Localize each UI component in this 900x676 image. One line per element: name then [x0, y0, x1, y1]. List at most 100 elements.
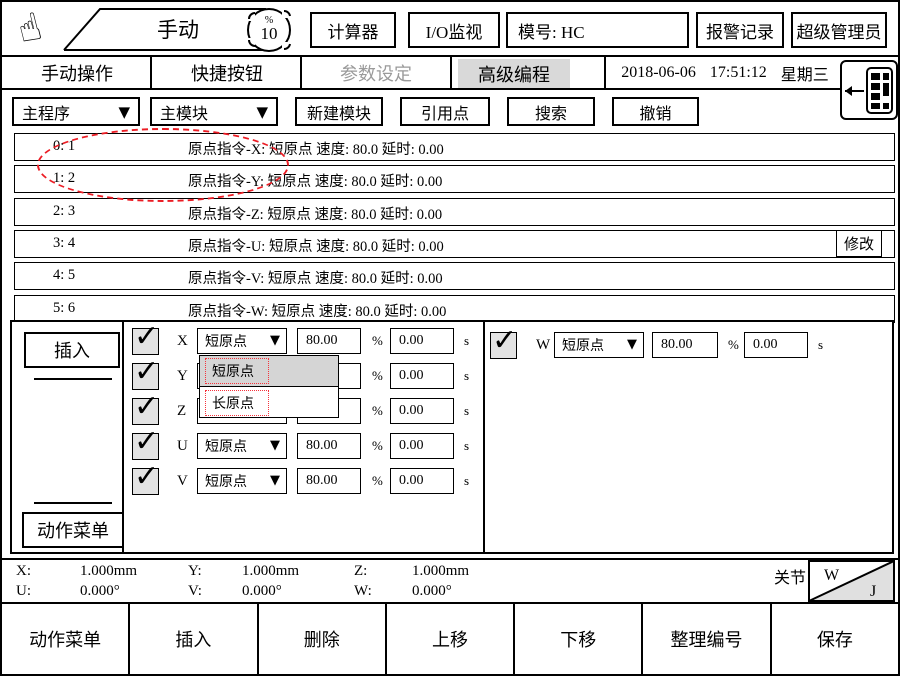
row-index: 4: 5	[53, 267, 101, 284]
coord-mode-bottom-label: J	[870, 583, 876, 600]
move-down-button[interactable]: 下移	[515, 604, 643, 674]
row-instruction: 原点指令-V: 短原点 速度: 80.0 延时: 0.00	[188, 267, 443, 288]
program-row[interactable]: 4: 5 原点指令-V: 短原点 速度: 80.0 延时: 0.00	[14, 262, 895, 290]
coord-value: 1.000mm	[80, 563, 137, 580]
program-row[interactable]: 1: 2 原点指令-Y: 短原点 速度: 80.0 延时: 0.00	[14, 165, 895, 193]
program-row[interactable]: 2: 3 原点指令-Z: 短原点 速度: 80.0 延时: 0.00	[14, 198, 895, 226]
origin-mode-value: 短原点	[205, 471, 247, 491]
axis-row-z: ✓ Z 短原点 ▼ 80.00 % 0.00 s	[12, 398, 896, 425]
renumber-button[interactable]: 整理编号	[643, 604, 771, 674]
time-label: 17:51:12	[710, 64, 767, 82]
chevron-down-icon: ▼	[270, 438, 280, 453]
action-menu-button[interactable]: 动作菜单	[22, 512, 124, 548]
axis-row-w: ✓ W 短原点 ▼ 80.00 % 0.00 s	[12, 332, 896, 359]
origin-mode-select-w[interactable]: 短原点 ▼	[554, 332, 644, 358]
seconds-unit: s	[818, 337, 823, 353]
pendant-keypad-icon	[842, 62, 896, 118]
axis-row-v: ✓ V 短原点 ▼ 80.00 % 0.00 s	[12, 468, 896, 495]
origin-mode-select-v[interactable]: 短原点 ▼	[197, 468, 287, 494]
row-index: 1: 2	[53, 170, 101, 187]
axis-z-checkbox[interactable]: ✓	[132, 398, 159, 425]
save-button[interactable]: 保存	[772, 604, 898, 674]
delay-input-v[interactable]: 0.00	[390, 468, 454, 494]
speed-input-w[interactable]: 80.00	[652, 332, 718, 358]
new-module-button[interactable]: 新建模块	[295, 97, 383, 126]
dropdown-option-long-origin[interactable]: 长原点	[200, 387, 338, 418]
axis-u-checkbox[interactable]: ✓	[132, 433, 159, 460]
checkmark-icon: ✓	[134, 424, 159, 459]
modify-button[interactable]: 修改	[836, 230, 882, 257]
checkmark-icon: ✓	[492, 323, 517, 358]
row-index: 5: 6	[53, 300, 101, 317]
mode-banner: 手动 % 10	[60, 4, 305, 56]
chevron-down-icon: ▼	[270, 473, 280, 488]
program-row[interactable]: 3: 4 原点指令-U: 短原点 速度: 80.0 延时: 0.00 修改	[14, 230, 895, 258]
delay-input-u[interactable]: 0.00	[390, 433, 454, 459]
axis-y-checkbox[interactable]: ✓	[132, 363, 159, 390]
axis-v-checkbox[interactable]: ✓	[132, 468, 159, 495]
axis-label: W	[536, 337, 550, 354]
coord-label: Y:	[188, 563, 202, 580]
origin-mode-value: 短原点	[562, 335, 604, 355]
tab-advanced-programming[interactable]: 高级编程	[458, 59, 570, 88]
row-instruction: 原点指令-Y: 短原点 速度: 80.0 延时: 0.00	[188, 170, 442, 191]
delete-button[interactable]: 删除	[259, 604, 387, 674]
origin-mode-value: 短原点	[205, 436, 247, 456]
io-monitor-button[interactable]: I/O监视	[408, 12, 500, 48]
program-select[interactable]: 主程序 ▼	[12, 97, 140, 126]
row-instruction: 原点指令-W: 短原点 速度: 80.0 延时: 0.00	[188, 300, 446, 321]
row-index: 3: 4	[53, 235, 101, 252]
tab-bar: 手动操作 快捷按钮 参数设定 高级编程 2018-06-06 17:51:12 …	[2, 57, 898, 90]
speed-input-v[interactable]: 80.00	[297, 468, 361, 494]
speed-value: 10	[261, 24, 278, 43]
delay-input-w[interactable]: 0.00	[744, 332, 808, 358]
search-button[interactable]: 搜索	[507, 97, 595, 126]
coord-label: U:	[16, 583, 31, 600]
action-menu-button[interactable]: 动作菜单	[2, 604, 130, 674]
program-row[interactable]: 0: 1 原点指令-X: 短原点 速度: 80.0 延时: 0.00	[14, 133, 895, 161]
pendant-shortcut-button[interactable]	[840, 60, 898, 120]
origin-mode-select-u[interactable]: 短原点 ▼	[197, 433, 287, 459]
delay-input-y[interactable]: 0.00	[390, 363, 454, 389]
reference-point-button[interactable]: 引用点	[400, 97, 490, 126]
percent-unit: %	[372, 368, 383, 384]
coord-value: 1.000mm	[412, 563, 469, 580]
coord-mode-toggle[interactable]: W J	[808, 560, 895, 602]
axis-row-u: ✓ U 短原点 ▼ 80.00 % 0.00 s	[12, 433, 896, 460]
bottom-action-bar: 动作菜单 插入 删除 上移 下移 整理编号 保存	[2, 604, 898, 674]
undo-button[interactable]: 撤销	[612, 97, 699, 126]
alarm-log-button[interactable]: 报警记录	[696, 12, 784, 48]
axis-row-y: ✓ Y 短原点 ▼ 80.00 % 0.00 s	[12, 363, 896, 390]
row-index: 2: 3	[53, 203, 101, 220]
top-bar: ☝ 手动 % 10 计算器 I/O监视 模号: HC 报警记录 超级管理员	[2, 2, 898, 57]
coord-label: W:	[354, 583, 372, 600]
checkmark-icon: ✓	[134, 459, 159, 494]
date-label: 2018-06-06	[621, 64, 696, 82]
insert-button[interactable]: 插入	[130, 604, 258, 674]
row-instruction: 原点指令-U: 短原点 速度: 80.0 延时: 0.00	[188, 235, 444, 256]
dropdown-option-label: 短原点	[205, 358, 269, 384]
delay-input-z[interactable]: 0.00	[390, 398, 454, 424]
axis-w-checkbox[interactable]: ✓	[490, 332, 517, 359]
move-up-button[interactable]: 上移	[387, 604, 515, 674]
seconds-unit: s	[464, 473, 469, 489]
axis-label: U	[177, 438, 188, 455]
module-select-value: 主模块	[160, 100, 208, 124]
speed-input-u[interactable]: 80.00	[297, 433, 361, 459]
divider-line	[34, 502, 112, 504]
program-select-value: 主程序	[22, 100, 70, 124]
model-number-field[interactable]: 模号: HC	[506, 12, 689, 48]
tab-manual-operation[interactable]: 手动操作	[2, 57, 152, 88]
seconds-unit: s	[464, 368, 469, 384]
axis-label: Z	[177, 403, 186, 420]
dropdown-option-short-origin[interactable]: 短原点	[200, 356, 338, 387]
origin-command-editor: 插入 动作菜单 ✓ X 短原点 ▼ 80.00 % 0.00 s ✓ Y 短原点…	[10, 320, 894, 554]
calculator-button[interactable]: 计算器	[310, 12, 396, 48]
seconds-unit: s	[464, 438, 469, 454]
percent-unit: %	[372, 473, 383, 489]
dropdown-option-label: 长原点	[205, 390, 269, 416]
module-select[interactable]: 主模块 ▼	[150, 97, 278, 126]
tab-parameter-setting[interactable]: 参数设定	[302, 57, 450, 88]
admin-level-button[interactable]: 超级管理员	[791, 12, 887, 48]
tab-quick-buttons[interactable]: 快捷按钮	[152, 57, 302, 88]
